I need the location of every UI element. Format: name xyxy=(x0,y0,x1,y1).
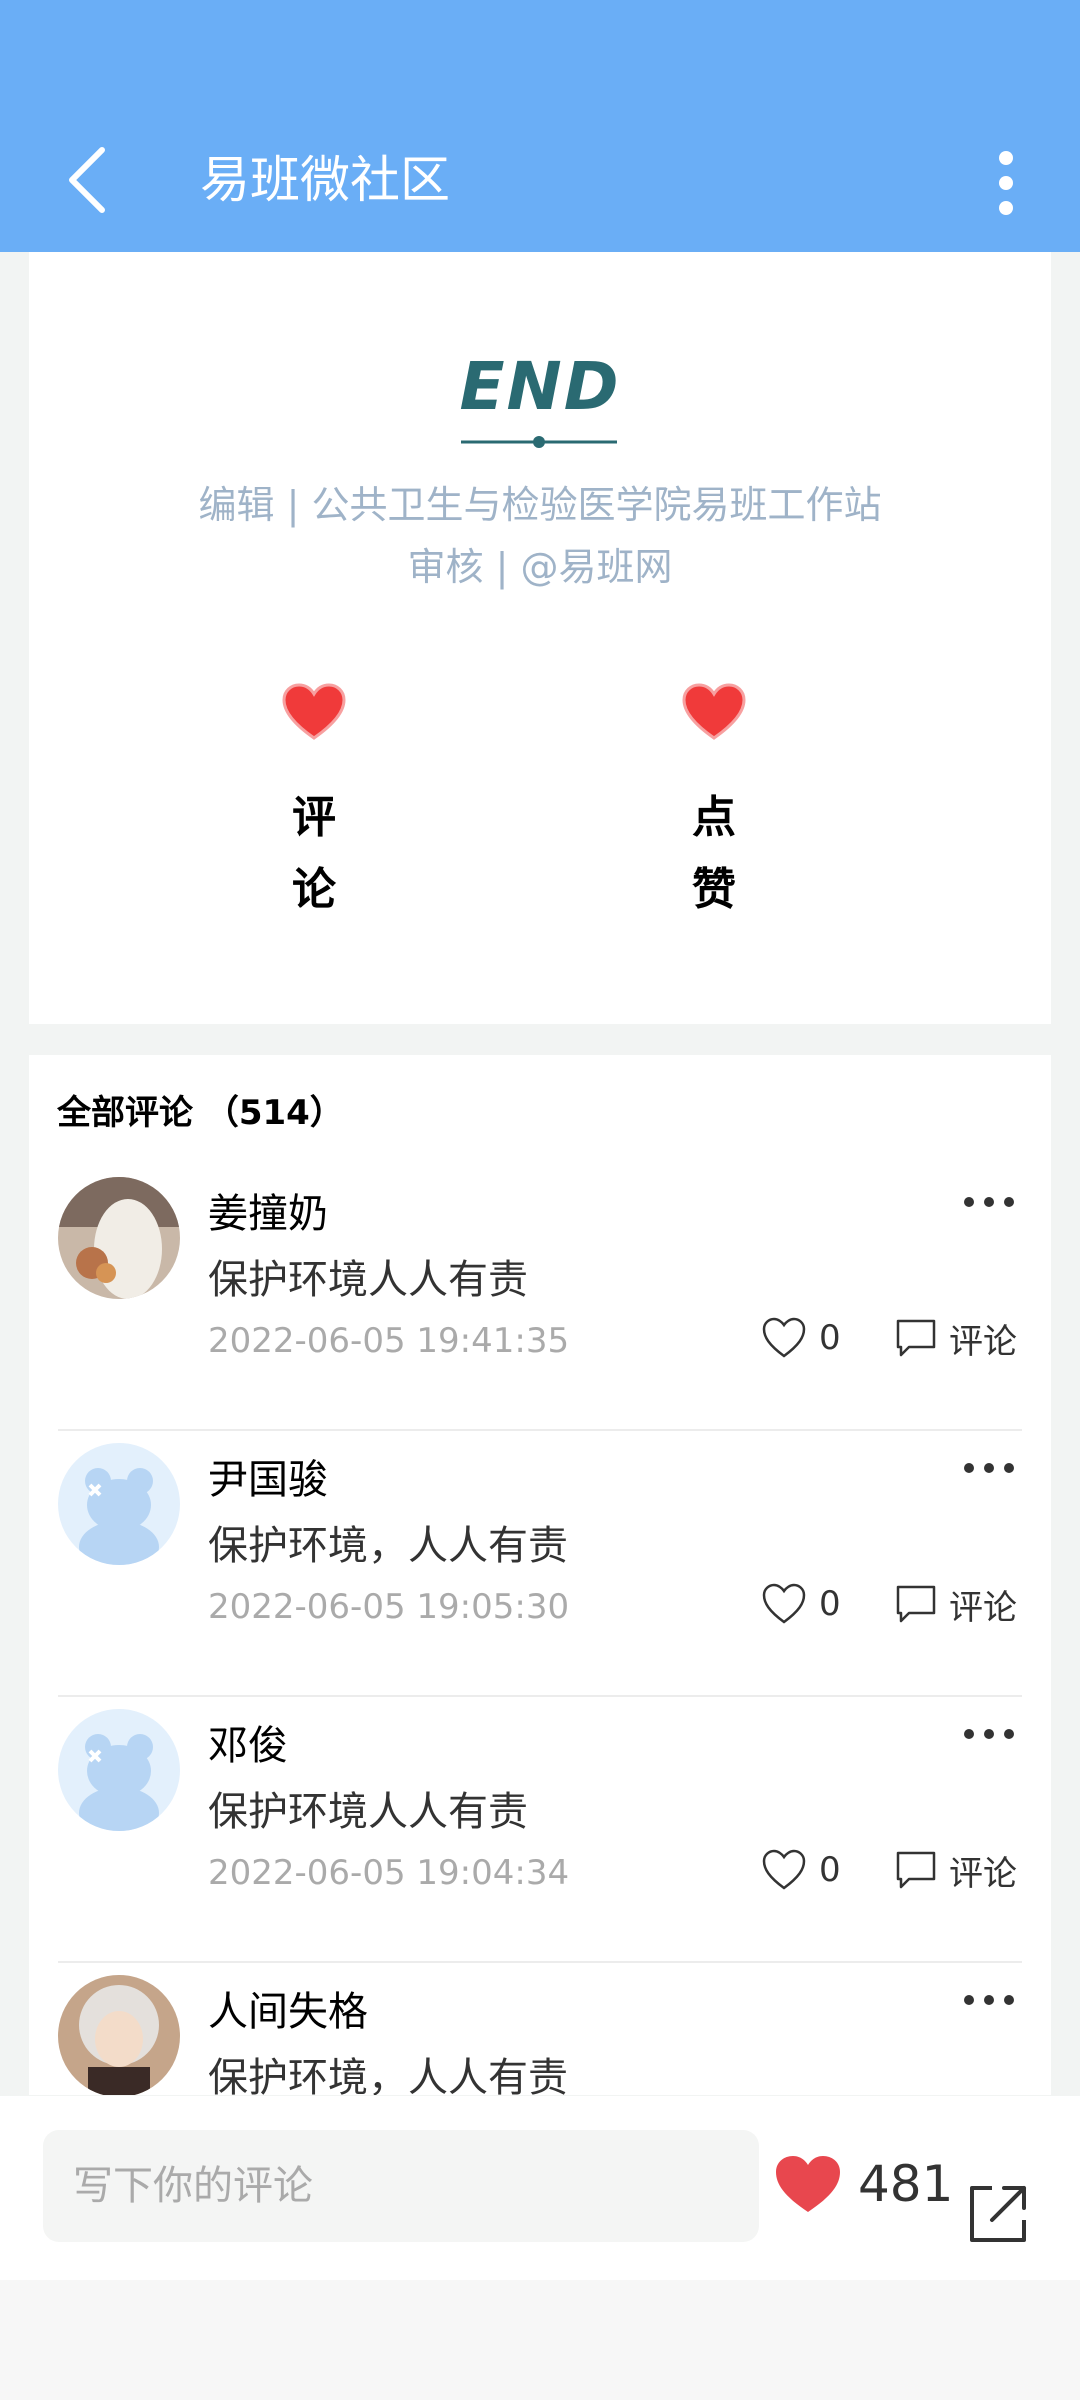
comment-reply-button[interactable]: 评论 xyxy=(893,1313,1017,1363)
comment-like-button[interactable]: 0 xyxy=(761,1579,841,1629)
comment-timestamp: 2022-06-05 19:05:30 xyxy=(208,1587,570,1627)
article-credits: 编辑 | 公共卫生与检验医学院易班工作站 审核 | @易班网 xyxy=(29,474,1051,598)
comment-timestamp: 2022-06-05 19:41:35 xyxy=(208,1321,570,1361)
credit-review: 审核 | @易班网 xyxy=(407,545,673,589)
like-total-count: 481 xyxy=(858,2155,954,2213)
heart-outline-icon xyxy=(762,1317,806,1358)
comment-reply-button[interactable]: 评论 xyxy=(893,1579,1017,1629)
comment-text: 保护环境人人有责 xyxy=(208,1789,528,1835)
system-nav-area xyxy=(0,2280,1080,2400)
comment-action[interactable]: 评 论 xyxy=(254,682,374,926)
comment-item: 人间失格 保护环境，人人有责 xyxy=(29,1963,1051,2095)
speech-bubble-icon xyxy=(896,1585,936,1623)
share-icon[interactable] xyxy=(966,2182,1030,2246)
more-vertical-icon[interactable] xyxy=(990,148,1022,218)
comment-reply-label: 评论 xyxy=(949,1853,1017,1894)
comment-item: 尹国骏 保护环境，人人有责 2022-06-05 19:05:30 0 评论 xyxy=(29,1431,1051,1697)
comments-count-header: 全部评论 （514） xyxy=(57,1093,344,1133)
speech-bubble-icon xyxy=(896,1851,936,1889)
avatar[interactable] xyxy=(58,1709,180,1831)
comment-reply-button[interactable]: 评论 xyxy=(893,1845,1017,1895)
comment-input[interactable] xyxy=(43,2130,759,2242)
avatar[interactable] xyxy=(58,1443,180,1565)
comment-author[interactable]: 尹国骏 xyxy=(208,1447,328,1505)
like-action[interactable]: 点 赞 xyxy=(654,682,774,926)
like-total-button[interactable]: 481 xyxy=(772,2152,953,2216)
comment-text: 保护环境，人人有责 xyxy=(208,2055,568,2095)
comment-timestamp: 2022-06-05 19:04:34 xyxy=(208,1853,570,1893)
more-horizontal-icon[interactable] xyxy=(963,1717,1015,1751)
comment-item: 姜撞奶 保护环境人人有责 2022-06-05 19:41:35 0 评论 xyxy=(29,1165,1051,1431)
comment-author[interactable]: 姜撞奶 xyxy=(208,1181,328,1239)
comment-like-button[interactable]: 0 xyxy=(761,1845,841,1895)
comment-item: 邓俊 保护环境人人有责 2022-06-05 19:04:34 0 评论 xyxy=(29,1697,1051,1963)
comment-like-count: 0 xyxy=(819,1318,841,1358)
comment-like-button[interactable]: 0 xyxy=(761,1313,841,1363)
avatar[interactable] xyxy=(58,1975,180,2095)
page-title: 易班微社区 xyxy=(200,151,450,209)
bottom-comment-bar: 481 xyxy=(0,2096,1080,2280)
top-app-bar: 易班微社区 xyxy=(0,0,1080,252)
heart-icon xyxy=(282,683,346,740)
speech-bubble-icon xyxy=(896,1319,936,1357)
heart-outline-icon xyxy=(762,1583,806,1624)
back-arrow-icon[interactable] xyxy=(60,140,120,220)
credit-editor: 编辑 | 公共卫生与检验医学院易班工作站 xyxy=(198,483,882,527)
end-divider xyxy=(461,436,617,448)
comment-like-count: 0 xyxy=(819,1850,841,1890)
like-action-label: 点 赞 xyxy=(692,792,736,915)
article-footer-card: END 编辑 | 公共卫生与检验医学院易班工作站 审核 | @易班网 评 论 点… xyxy=(29,252,1051,1024)
comment-reply-label: 评论 xyxy=(949,1587,1017,1628)
more-horizontal-icon[interactable] xyxy=(963,1983,1015,2017)
heart-outline-icon xyxy=(762,1849,806,1890)
heart-icon xyxy=(682,683,746,740)
more-horizontal-icon[interactable] xyxy=(963,1451,1015,1485)
comment-author[interactable]: 人间失格 xyxy=(208,1979,368,2037)
comment-action-label: 评 论 xyxy=(292,792,336,915)
end-title: END xyxy=(459,348,621,425)
comment-text: 保护环境，人人有责 xyxy=(208,1523,568,1569)
comment-reply-label: 评论 xyxy=(949,1321,1017,1362)
comment-author[interactable]: 邓俊 xyxy=(208,1713,288,1771)
comment-text: 保护环境人人有责 xyxy=(208,1257,528,1303)
comment-like-count: 0 xyxy=(819,1584,841,1624)
avatar[interactable] xyxy=(58,1177,180,1299)
comments-section: 全部评论 （514） 姜撞奶 保护环境人人有责 2022-06-05 19:41… xyxy=(29,1055,1051,2095)
more-horizontal-icon[interactable] xyxy=(963,1185,1015,1219)
heart-icon xyxy=(776,2156,840,2212)
